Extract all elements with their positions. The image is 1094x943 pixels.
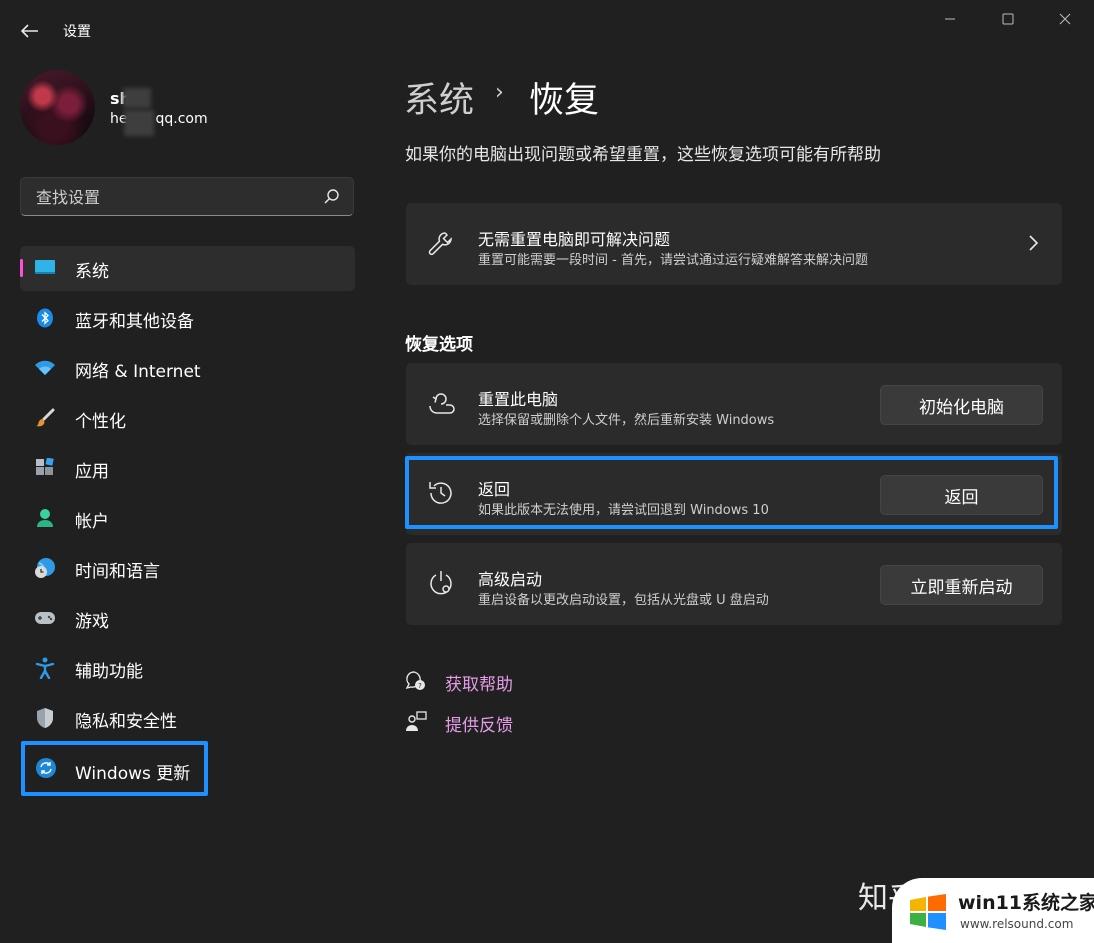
sidebar-item-label: 游戏 [75,612,109,632]
sidebar-item-bluetooth[interactable]: 蓝牙和其他设备 [20,296,355,341]
sidebar-item-gaming[interactable]: 游戏 [20,596,355,641]
card-title: 高级启动 [478,570,543,589]
windows-logo-icon [910,894,946,930]
sidebar-item-label: Windows 更新 [75,764,191,784]
apps-icon [34,457,56,479]
wifi-icon [34,357,56,379]
search-box[interactable] [20,177,354,217]
sidebar-item-label: 应用 [75,462,109,482]
svg-text:?: ? [418,682,422,690]
reset-pc-icon [426,388,456,418]
sidebar-item-label: 帐户 [75,512,109,532]
globe-clock-icon [34,557,56,579]
minimize-button[interactable] [930,8,970,30]
sidebar-item-personalization[interactable]: 个性化 [20,396,355,441]
search-icon[interactable] [323,188,341,206]
privacy-blur [124,110,154,136]
maximize-button[interactable] [988,8,1028,30]
sidebar-item-network[interactable]: 网络 & Internet [20,346,355,391]
gamepad-icon [34,607,56,629]
site-watermark-badge: win11系统之家 www.relsound.com [892,878,1094,943]
sidebar-item-label: 网络 & Internet [75,362,201,382]
card-title: 重置此电脑 [478,390,559,409]
page-title: 恢复 [529,81,600,121]
breadcrumb-parent[interactable]: 系统 [404,72,474,123]
restart-now-button[interactable]: 立即重新启动 [880,565,1043,605]
sidebar-item-label: 辅助功能 [75,662,143,682]
help-icon: ? [404,669,428,693]
arrow-left-icon [21,24,38,38]
fix-problems-card[interactable]: 无需重置电脑即可解决问题 重置可能需要一段时间 - 首先，请尝试通过运行疑难解答… [406,203,1062,285]
feedback-icon [404,710,428,734]
active-indicator [20,259,23,277]
email-domain: qq.com [155,111,208,127]
sidebar-item-apps[interactable]: 应用 [20,446,355,491]
sidebar-item-label: 系统 [75,262,109,282]
sidebar-item-label: 时间和语言 [75,562,160,582]
close-icon [1059,13,1071,25]
reset-pc-button[interactable]: 初始化电脑 [880,385,1043,425]
sync-icon [35,757,57,779]
back-button[interactable] [10,14,50,48]
sidebar-item-system[interactable]: 系统 [20,246,355,291]
section-title: 恢复选项 [405,335,473,355]
card-subtitle: 重启设备以更改启动设置，包括从光盘或 U 盘启动 [478,593,769,608]
page-description: 如果你的电脑出现问题或希望重置，这些恢复选项可能有所帮助 [405,145,881,165]
bluetooth-icon [34,307,56,329]
advanced-startup-icon [426,568,456,598]
get-help-link[interactable]: 获取帮助 [445,670,513,695]
sidebar-item-accessibility[interactable]: 辅助功能 [20,646,355,691]
card-title: 无需重置电脑即可解决问题 [478,230,671,249]
accessibility-icon [34,657,56,679]
wrench-icon [426,229,456,259]
advanced-startup-card: 高级启动 重启设备以更改启动设置，包括从光盘或 U 盘启动 立即重新启动 [406,543,1062,625]
breadcrumb-separator: › [495,80,504,105]
sidebar-item-label: 隐私和安全性 [75,712,177,732]
highlight-frame [405,456,1058,529]
minimize-icon [945,18,955,20]
account-icon [34,507,56,529]
sidebar-item-windows-update[interactable]: Windows 更新 [21,741,208,796]
site-name: win11系统之家 [958,892,1094,914]
monitor-icon [34,257,56,279]
card-subtitle: 重置可能需要一段时间 - 首先，请尝试通过运行疑难解答来解决问题 [478,253,868,268]
sidebar-item-privacy-security[interactable]: 隐私和安全性 [20,696,355,741]
sidebar-item-label: 个性化 [75,412,126,432]
feedback-link[interactable]: 提供反馈 [445,711,513,736]
card-subtitle: 选择保留或删除个人文件，然后重新安装 Windows [478,413,775,428]
shield-icon [34,707,56,729]
sidebar-item-label: 蓝牙和其他设备 [75,312,194,332]
brush-icon [34,407,56,429]
maximize-icon [1002,13,1014,25]
sidebar-item-accounts[interactable]: 帐户 [20,496,355,541]
app-title: 设置 [63,24,91,40]
privacy-blur [123,88,151,108]
site-url: www.relsound.com [960,917,1074,931]
search-input[interactable] [34,178,318,217]
close-button[interactable] [1045,8,1085,30]
chevron-right-icon [1029,235,1039,251]
avatar[interactable] [20,70,95,145]
reset-pc-card: 重置此电脑 选择保留或删除个人文件，然后重新安装 Windows 初始化电脑 [406,363,1062,445]
sidebar-item-time-language[interactable]: 时间和语言 [20,546,355,591]
